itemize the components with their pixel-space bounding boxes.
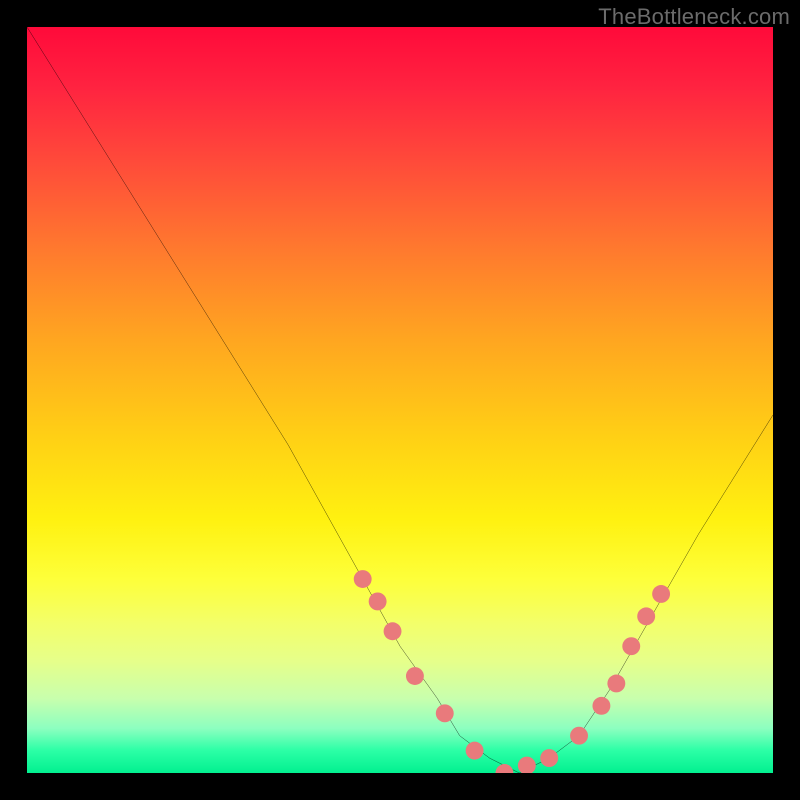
highlight-dots [354, 570, 670, 773]
highlight-dot [592, 697, 610, 715]
highlight-dot [652, 585, 670, 603]
curve-layer [27, 27, 773, 773]
plot-area [27, 27, 773, 773]
highlight-dot [406, 667, 424, 685]
bottleneck-curve [27, 27, 773, 773]
highlight-dot [540, 749, 558, 767]
highlight-dot [570, 727, 588, 745]
highlight-dot [436, 704, 454, 722]
highlight-dot [622, 637, 640, 655]
highlight-dot [384, 622, 402, 640]
highlight-dot [637, 607, 655, 625]
highlight-dot [369, 592, 387, 610]
chart-frame: TheBottleneck.com [0, 0, 800, 800]
highlight-dot [466, 742, 484, 760]
highlight-dot [354, 570, 372, 588]
highlight-dot [495, 764, 513, 773]
highlight-dot [518, 757, 536, 773]
highlight-dot [607, 675, 625, 693]
